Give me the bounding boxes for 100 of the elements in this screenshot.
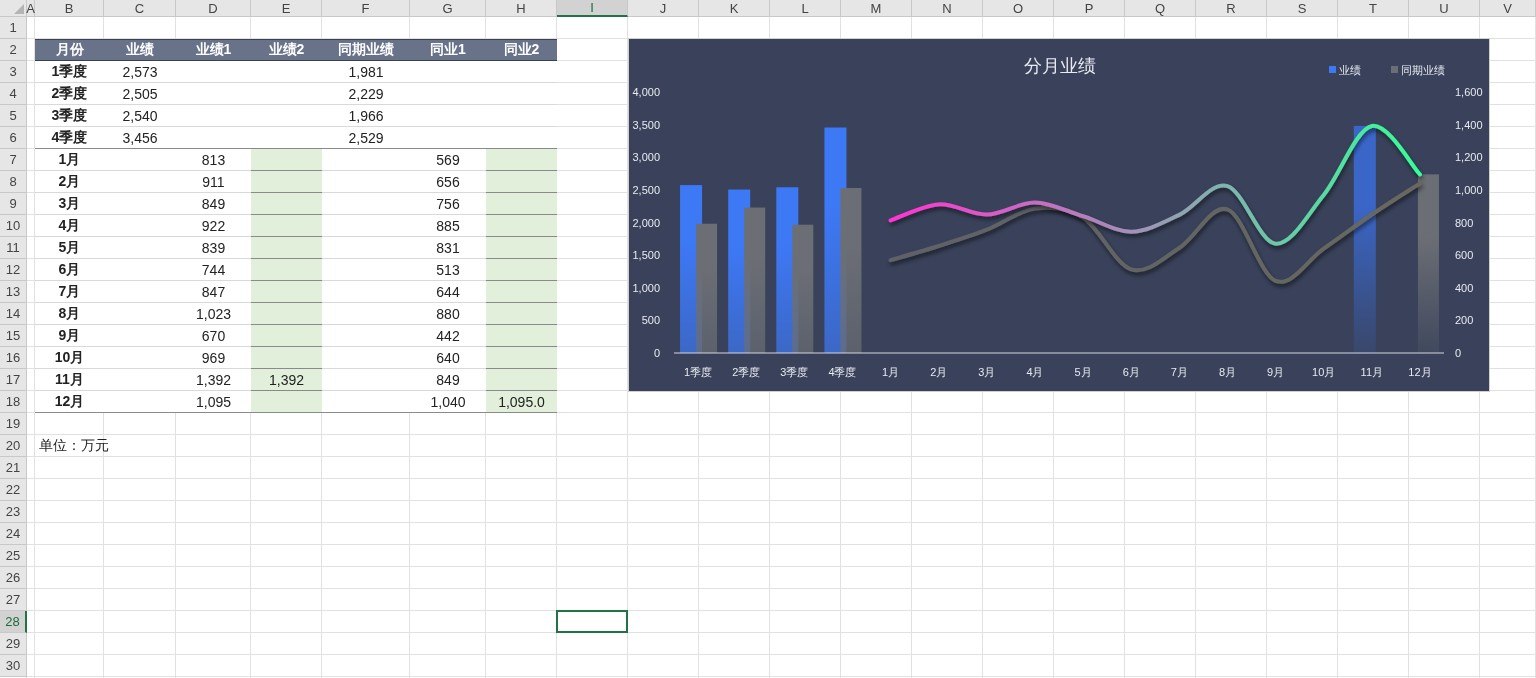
axis-label: 2,000: [632, 216, 660, 229]
row-header[interactable]: 12: [0, 259, 27, 281]
row-header[interactable]: 20: [0, 435, 27, 457]
note-text: 单位：万元: [38, 436, 110, 455]
table-cell: [486, 149, 557, 171]
row-header[interactable]: 27: [0, 589, 27, 611]
table-cell: 1,392: [176, 369, 251, 391]
table-cell: 1,095.0: [486, 391, 557, 413]
axis-label: 2月: [930, 366, 948, 378]
row-header[interactable]: 25: [0, 545, 27, 567]
column-header[interactable]: U: [1409, 0, 1480, 17]
row-header[interactable]: 4: [0, 83, 27, 105]
column-header[interactable]: T: [1338, 0, 1409, 17]
table-cell: [486, 237, 557, 259]
column-header[interactable]: R: [1196, 0, 1267, 17]
chart-title: 分月业绩: [1024, 56, 1096, 76]
row-header[interactable]: 22: [0, 479, 27, 501]
row-header[interactable]: 19: [0, 413, 27, 435]
axis-label: 1,600: [1455, 86, 1483, 98]
selected-cell[interactable]: [556, 610, 628, 633]
column-header[interactable]: I: [557, 0, 628, 17]
row-header[interactable]: 21: [0, 457, 27, 479]
table-cell: [251, 325, 322, 347]
row-header[interactable]: 18: [0, 391, 27, 413]
column-header[interactable]: B: [35, 0, 104, 17]
row-header[interactable]: 6: [0, 127, 27, 149]
row-header[interactable]: 15: [0, 325, 27, 347]
column-header[interactable]: J: [628, 0, 699, 17]
table-cell: [486, 303, 557, 325]
table-cell: 569: [410, 149, 486, 171]
column-header[interactable]: O: [983, 0, 1054, 17]
table-cell: [251, 237, 322, 259]
column-header[interactable]: G: [410, 0, 486, 17]
table-cell: 831: [410, 237, 486, 259]
table-cell: 1,040: [410, 391, 486, 413]
row-header[interactable]: 3: [0, 61, 27, 83]
table-cell: 880: [410, 303, 486, 325]
row-header[interactable]: 29: [0, 633, 27, 655]
row-header[interactable]: 28: [0, 611, 27, 633]
column-header[interactable]: F: [322, 0, 410, 17]
column-header[interactable]: P: [1054, 0, 1125, 17]
row-header[interactable]: 16: [0, 347, 27, 369]
row-header[interactable]: 2: [0, 39, 27, 61]
axis-label: 2季度: [732, 366, 761, 378]
column-header[interactable]: S: [1267, 0, 1338, 17]
column-header[interactable]: V: [1480, 0, 1536, 17]
axis-label: 0: [1455, 347, 1462, 359]
row-header[interactable]: 7: [0, 149, 27, 171]
axis-label: 1,000: [632, 281, 660, 294]
column-header[interactable]: H: [486, 0, 557, 17]
table-cell: 3月: [35, 193, 104, 215]
legend-swatch: [1329, 66, 1336, 73]
row-header[interactable]: 17: [0, 369, 27, 391]
row-header[interactable]: 14: [0, 303, 27, 325]
column-header[interactable]: D: [176, 0, 251, 17]
column-header[interactable]: E: [251, 0, 322, 17]
row-header[interactable]: 11: [0, 237, 27, 259]
table-cell: 7月: [35, 281, 104, 303]
row-header[interactable]: 8: [0, 171, 27, 193]
table-cell: [251, 281, 322, 303]
column-header[interactable]: K: [699, 0, 770, 17]
axis-label: 7月: [1170, 366, 1188, 378]
axis-label: 500: [641, 314, 660, 327]
column-header[interactable]: L: [770, 0, 841, 17]
column-header[interactable]: Q: [1125, 0, 1196, 17]
table-cell: 2,229: [322, 83, 410, 105]
column-header[interactable]: M: [841, 0, 912, 17]
row-header[interactable]: 24: [0, 523, 27, 545]
table-cell: 849: [176, 193, 251, 215]
table-cell: [486, 281, 557, 303]
table-cell: [251, 303, 322, 325]
table-cell: 3,456: [104, 127, 176, 149]
row-header[interactable]: 10: [0, 215, 27, 237]
legend-swatch: [1391, 66, 1398, 73]
table-cell: 3季度: [35, 105, 104, 127]
column-header[interactable]: C: [104, 0, 176, 17]
column-header[interactable]: N: [912, 0, 983, 17]
table-cell: [486, 171, 557, 193]
axis-label: 9月: [1267, 366, 1285, 378]
table-cell: 1,392: [251, 369, 322, 391]
row-header[interactable]: 13: [0, 281, 27, 303]
axis-label: 1,500: [632, 249, 660, 262]
row-header[interactable]: 30: [0, 655, 27, 677]
axis-label: 8月: [1218, 366, 1236, 378]
axis-label: 4,000: [632, 86, 660, 98]
row-header[interactable]: 23: [0, 501, 27, 523]
table-cell: [251, 391, 322, 413]
axis-label: 0: [653, 347, 660, 359]
table-cell: 1季度: [35, 61, 104, 83]
table-cell: 813: [176, 149, 251, 171]
table-cell: 442: [410, 325, 486, 347]
table-cell: [251, 347, 322, 369]
table-header-cell: 同期业绩: [322, 39, 410, 61]
row-header[interactable]: 9: [0, 193, 27, 215]
table-cell: 1,981: [322, 61, 410, 83]
row-header[interactable]: 26: [0, 567, 27, 589]
row-header[interactable]: 5: [0, 105, 27, 127]
row-header[interactable]: 1: [0, 17, 27, 39]
table-cell: 5月: [35, 237, 104, 259]
table-cell: [486, 347, 557, 369]
